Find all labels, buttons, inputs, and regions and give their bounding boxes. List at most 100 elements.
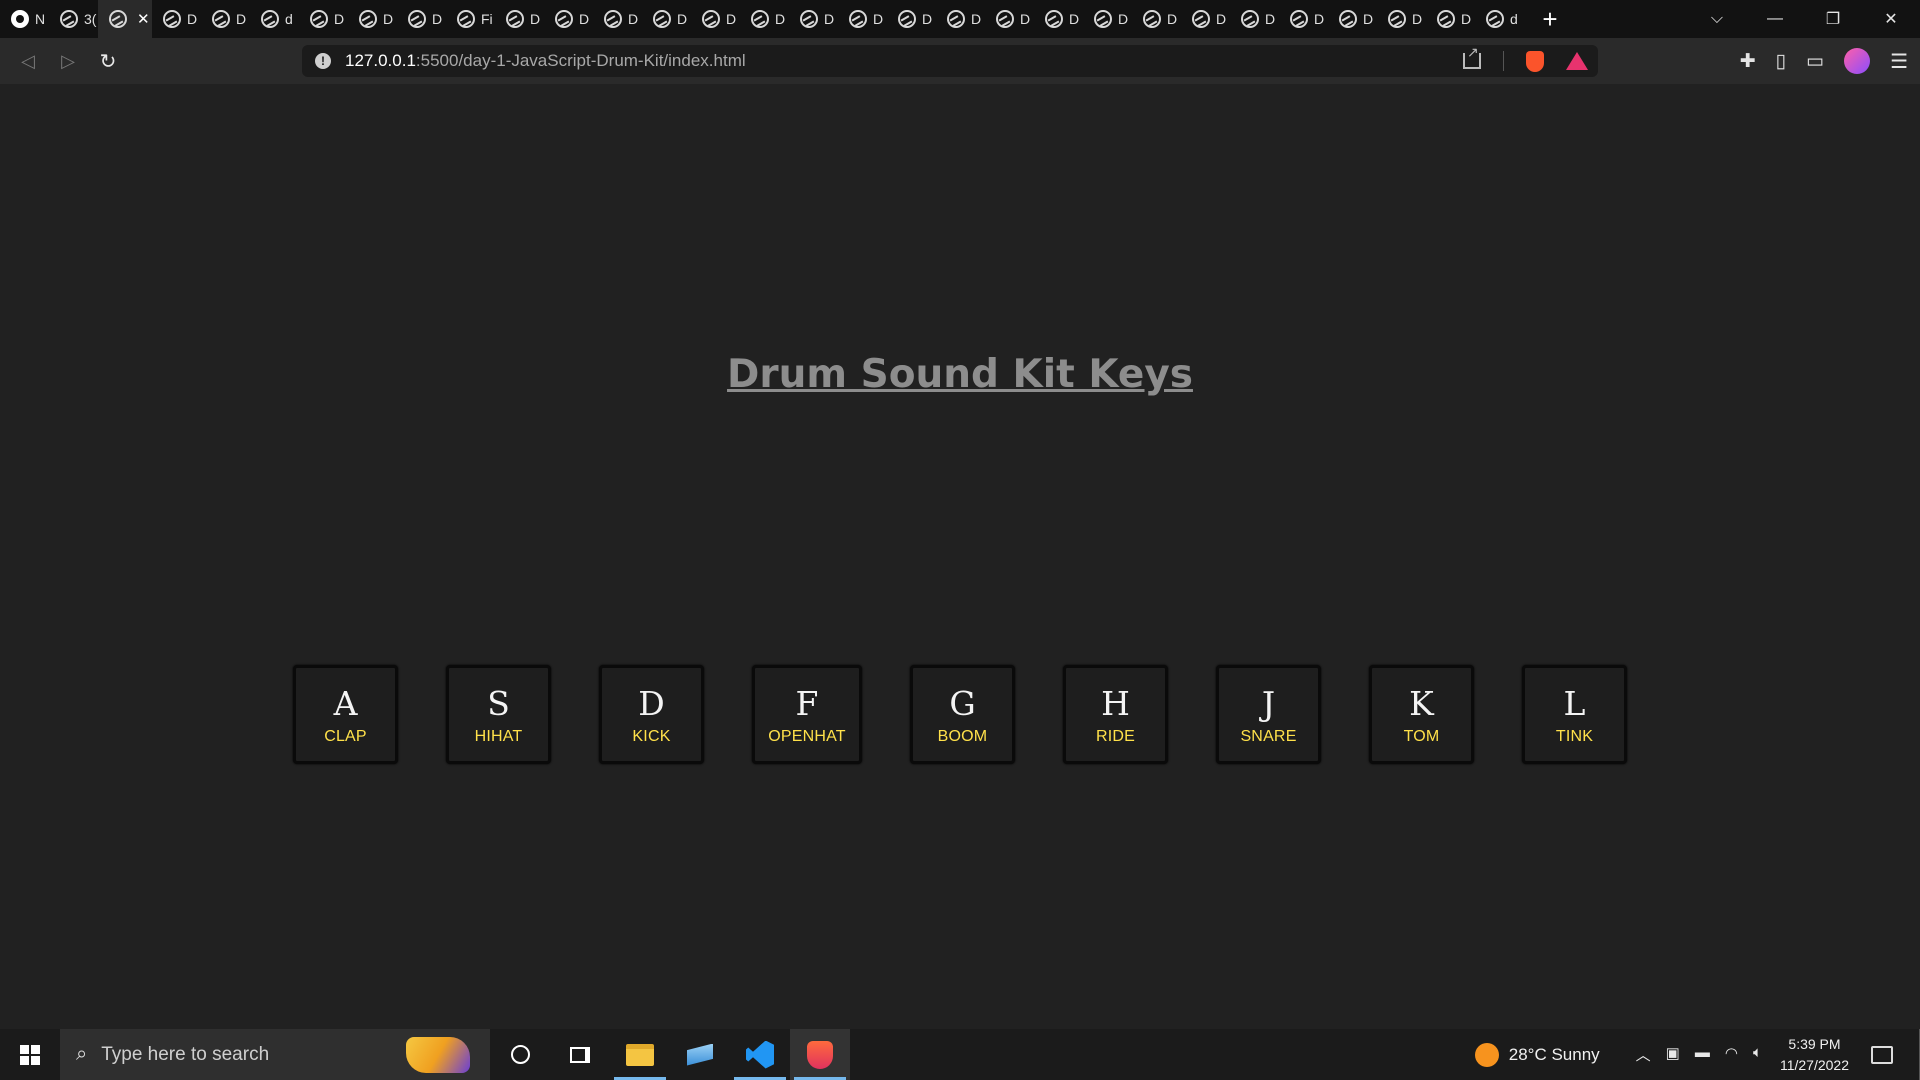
- key-letter: F: [795, 683, 819, 723]
- vscode-icon: [746, 1040, 774, 1069]
- tab-title: D: [1265, 11, 1276, 27]
- brave-browser-button[interactable]: [790, 1029, 850, 1080]
- taskbar-search-box[interactable]: ⌕ Type here to search: [60, 1029, 490, 1080]
- restore-button[interactable]: ❐: [1804, 9, 1862, 29]
- vscode-button[interactable]: [730, 1029, 790, 1080]
- browser-tab[interactable]: D: [1377, 0, 1426, 38]
- browser-tab[interactable]: N: [0, 0, 49, 38]
- browser-tab[interactable]: 3(: [49, 0, 98, 38]
- browser-tab[interactable]: d: [250, 0, 299, 38]
- close-window-button[interactable]: ✕: [1862, 9, 1920, 29]
- app-button[interactable]: [670, 1029, 730, 1080]
- drum-key-clap[interactable]: A CLAP: [293, 665, 398, 764]
- browser-tab[interactable]: D: [691, 0, 740, 38]
- globe-icon: [1486, 10, 1504, 28]
- tab-title: D: [1020, 11, 1031, 27]
- browser-tab[interactable]: D: [299, 0, 348, 38]
- tab-title: 3(: [84, 11, 97, 27]
- key-letter: A: [333, 683, 358, 723]
- globe-icon: [359, 10, 377, 28]
- globe-icon: [947, 10, 965, 28]
- weather-sun-icon[interactable]: [1474, 1042, 1499, 1067]
- reload-icon[interactable]: ↻: [88, 49, 128, 74]
- browser-tab[interactable]: D: [1034, 0, 1083, 38]
- task-view-icon: [570, 1046, 590, 1063]
- globe-icon: [996, 10, 1014, 28]
- browser-tab[interactable]: D: [789, 0, 838, 38]
- browser-tab[interactable]: ✕: [98, 0, 152, 38]
- meet-now-icon[interactable]: ▣: [1666, 1044, 1680, 1065]
- forward-icon[interactable]: ▷: [48, 51, 88, 72]
- weather-text[interactable]: 28°C Sunny: [1509, 1045, 1600, 1065]
- wifi-icon[interactable]: ◠: [1725, 1044, 1738, 1065]
- drum-key-kick[interactable]: D KICK: [599, 665, 704, 764]
- browser-tab[interactable]: D: [838, 0, 887, 38]
- tab-title: D: [824, 11, 835, 27]
- browser-tab[interactable]: Fi: [446, 0, 495, 38]
- battery-icon[interactable]: ▬: [1695, 1044, 1710, 1065]
- browser-tab[interactable]: D: [1426, 0, 1475, 38]
- wallet-icon[interactable]: ▭: [1806, 50, 1824, 73]
- close-tab-icon[interactable]: ✕: [137, 10, 150, 28]
- drum-key-boom[interactable]: G BOOM: [910, 665, 1015, 764]
- drum-key-hihat[interactable]: S HIHAT: [446, 665, 551, 764]
- browser-tab[interactable]: D: [887, 0, 936, 38]
- browser-tab[interactable]: D: [593, 0, 642, 38]
- browser-tab[interactable]: D: [936, 0, 985, 38]
- browser-tab[interactable]: D: [1279, 0, 1328, 38]
- browser-tab[interactable]: D: [1328, 0, 1377, 38]
- url-path: :5500/day-1-JavaScript-Drum-Kit/index.ht…: [415, 51, 746, 70]
- sidebar-icon[interactable]: ▯: [1776, 50, 1786, 73]
- address-bar[interactable]: ! 127.0.0.1:5500/day-1-JavaScript-Drum-K…: [302, 44, 1598, 77]
- browser-tab[interactable]: D: [985, 0, 1034, 38]
- globe-icon: [1290, 10, 1308, 28]
- tab-title: D: [383, 11, 394, 27]
- clock[interactable]: 5:39 PM 11/27/2022: [1780, 1034, 1849, 1076]
- browser-tab[interactable]: D: [740, 0, 789, 38]
- brave-shields-icon[interactable]: [1526, 50, 1544, 72]
- key-letter: G: [949, 683, 976, 723]
- minimize-button[interactable]: —: [1746, 10, 1804, 28]
- browser-tab[interactable]: D: [1181, 0, 1230, 38]
- divider: [1503, 51, 1504, 71]
- volume-icon[interactable]: 🔈︎: [1753, 1044, 1762, 1065]
- drum-key-tom[interactable]: K TOM: [1369, 665, 1474, 764]
- chevron-up-icon[interactable]: ︿: [1636, 1044, 1651, 1065]
- url-host: 127.0.0.1: [345, 51, 416, 70]
- tab-title: D: [726, 11, 737, 27]
- tab-title: D: [775, 11, 786, 27]
- browser-tab[interactable]: D: [495, 0, 544, 38]
- task-view-button[interactable]: [550, 1029, 610, 1080]
- site-info-icon[interactable]: !: [315, 53, 331, 69]
- tab-search-dropdown-icon[interactable]: ⌵: [1688, 10, 1746, 28]
- new-tab-button[interactable]: +: [1528, 4, 1572, 35]
- drum-key-openhat[interactable]: F OPENHAT: [752, 665, 862, 764]
- drum-key-ride[interactable]: H RIDE: [1063, 665, 1168, 764]
- menu-icon[interactable]: ☰: [1890, 49, 1908, 74]
- globe-icon: [109, 10, 127, 28]
- sound-label: TINK: [1555, 727, 1594, 745]
- browser-tab[interactable]: d: [1475, 0, 1524, 38]
- profile-avatar[interactable]: [1844, 48, 1871, 74]
- browser-tab[interactable]: D: [642, 0, 691, 38]
- back-icon[interactable]: ◁: [8, 51, 48, 72]
- drum-key-snare[interactable]: J SNARE: [1216, 665, 1321, 764]
- start-button[interactable]: [0, 1029, 60, 1080]
- browser-tab-strip: N 3(✕ D Dd D D D Fi D D D D D D D D D D D D D D D D D D D Dd + ⌵ — …: [0, 0, 1920, 38]
- browser-tab[interactable]: D: [1132, 0, 1181, 38]
- browser-tab[interactable]: D: [1083, 0, 1132, 38]
- brave-rewards-icon[interactable]: [1566, 52, 1588, 70]
- browser-tab[interactable]: D: [544, 0, 593, 38]
- browser-tab[interactable]: D: [1230, 0, 1279, 38]
- notification-center-icon[interactable]: [1871, 1045, 1893, 1064]
- browser-tab[interactable]: D: [397, 0, 446, 38]
- cortana-button[interactable]: [490, 1029, 550, 1080]
- browser-tab[interactable]: D: [201, 0, 250, 38]
- file-explorer-button[interactable]: [610, 1029, 670, 1080]
- browser-tab[interactable]: D: [152, 0, 201, 38]
- extensions-puzzle-icon[interactable]: ✚: [1740, 50, 1756, 73]
- browser-tab[interactable]: D: [348, 0, 397, 38]
- sound-label: CLAP: [324, 727, 367, 745]
- share-icon[interactable]: [1463, 44, 1481, 69]
- drum-key-tink[interactable]: L TINK: [1522, 665, 1627, 764]
